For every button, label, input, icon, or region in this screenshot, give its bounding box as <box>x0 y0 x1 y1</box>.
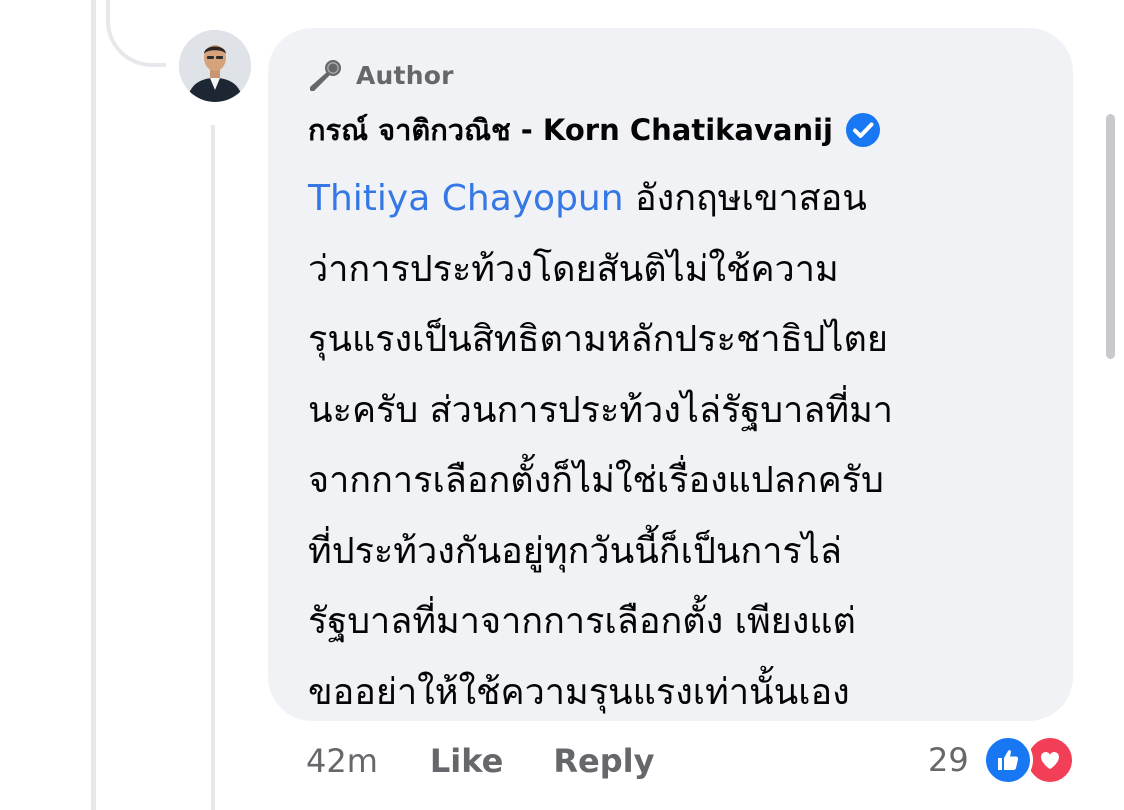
thread-connector <box>106 0 166 67</box>
comment-line: ที่ประท้วงกันอยู่ทุกวันนี้ก็เป็นการไล่ <box>308 530 842 572</box>
comment-line: นะครับ ส่วนการประท้วงไล่รัฐบาลที่มา <box>308 389 894 431</box>
comment-actions: 42m Like Reply <box>306 736 654 786</box>
avatar[interactable] <box>179 30 251 102</box>
comment-timestamp[interactable]: 42m <box>306 742 378 780</box>
microphone-icon <box>306 55 346 95</box>
comment-line: จากการเลือกตั้งก็ไม่ใช่เรื่องแปลกครับ <box>308 460 884 501</box>
comment-line: รัฐบาลที่มาจากการเลือกตั้ง เพียงแต่ <box>308 601 856 642</box>
comment-line: รุนแรงเป็นสิทธิตามหลักประชาธิปไตย <box>308 319 888 360</box>
author-badge-label: Author <box>356 60 454 90</box>
comment-line: ขออย่าให้ใช้ความรุนแรงเท่านั้นเอง <box>308 671 850 713</box>
comment-line-text: อังกฤษเขาสอน <box>623 178 867 219</box>
verified-check-icon <box>845 112 881 148</box>
reply-button[interactable]: Reply <box>553 742 654 780</box>
author-name[interactable]: กรณ์ จาติกวณิช - Korn Chatikavanij <box>308 107 833 153</box>
like-button[interactable]: Like <box>430 742 503 780</box>
reply-thread-line <box>211 125 215 810</box>
comment-line: Thitiya Chayopun อังกฤษเขาสอน <box>308 164 1048 235</box>
reaction-count: 29 <box>928 741 969 779</box>
like-reaction-icon <box>982 735 1033 785</box>
comment-author[interactable]: กรณ์ จาติกวณิช - Korn Chatikavanij <box>308 108 881 152</box>
comment-text: Thitiya Chayopun อังกฤษเขาสอน ว่าการประท… <box>308 164 1048 728</box>
mention-link[interactable]: Thitiya Chayopun <box>308 178 624 219</box>
avatar-image <box>179 30 251 102</box>
comment-line: ว่าการประท้วงโดยสันติไม่ใช้ความ <box>308 248 839 290</box>
reaction-summary[interactable]: 29 <box>928 734 1075 786</box>
thread-line <box>91 0 96 810</box>
author-badge: Author <box>306 53 454 97</box>
scrollbar-thumb[interactable] <box>1106 114 1115 359</box>
